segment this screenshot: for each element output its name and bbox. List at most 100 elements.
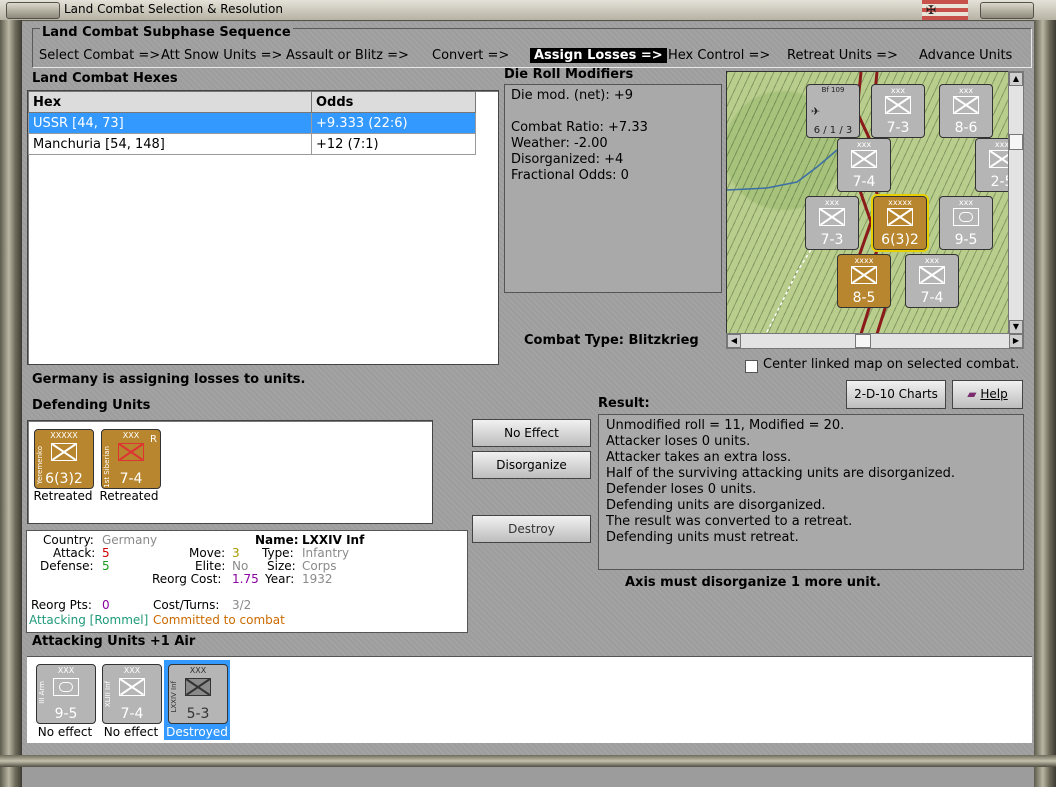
counter-name: XLIII Inf — [104, 681, 112, 708]
phase-assault-or-blitz[interactable]: Assault or Blitz => — [286, 48, 409, 63]
table-row[interactable]: USSR [44, 73] +9.333 (22:6) — [28, 112, 476, 134]
germany-flag-icon: ✠ — [922, 0, 968, 20]
infantry-icon — [885, 96, 911, 114]
unit-status: No effect — [37, 725, 93, 739]
odds-cell: +12 (7:1) — [311, 133, 476, 155]
center-map-checkbox[interactable] — [745, 360, 758, 373]
counter-type: XXX — [57, 666, 75, 675]
size-value: Corps — [302, 559, 337, 573]
counter-strength: 6 / 1 / 3 — [813, 125, 853, 136]
armor-icon — [953, 208, 979, 226]
linked-map[interactable]: Bf 109 ✈ 6 / 1 / 3 xxx 7-3 xxx 8-6 xxx 7-4 … — [726, 71, 1010, 335]
map-counter[interactable]: xxx 7-3 — [805, 196, 859, 250]
unit-status: Retreated — [33, 489, 93, 503]
scroll-up-icon[interactable]: ▲ — [1009, 72, 1023, 86]
attacking-units-title: Attacking Units +1 Air — [32, 634, 196, 649]
unit-name-value: LXXIV Inf — [302, 533, 365, 547]
counter-type: Bf 109 — [821, 86, 845, 94]
combat-type: Combat Type: Blitzkrieg — [524, 333, 699, 348]
disorganize-button[interactable]: Disorganize — [472, 451, 591, 479]
phase-assign-losses[interactable]: Assign Losses => — [530, 48, 667, 63]
infantry-icon — [919, 266, 945, 284]
die-roll-title: Die Roll Modifiers — [504, 67, 634, 82]
infantry-icon — [819, 208, 845, 226]
result-line: Attacker loses 0 units. — [606, 434, 751, 449]
counter-type: xxx — [890, 86, 906, 95]
counter-strength: 7-4 — [119, 471, 143, 487]
modifier-line: Weather: -2.00 — [511, 136, 608, 151]
phase-select-combat[interactable]: Select Combat => — [39, 48, 160, 63]
map-counter[interactable]: xxx 7-3 — [871, 84, 925, 138]
map-counter[interactable]: xxxx 8-5 — [837, 254, 891, 308]
counter-type: xxx — [924, 256, 940, 265]
map-vertical-scrollbar[interactable]: ▲ ▼ — [1008, 71, 1024, 335]
result-line: Unmodified roll = 11, Modified = 20. — [606, 418, 845, 433]
scroll-thumb[interactable] — [1009, 134, 1023, 150]
committed-status: Committed to combat — [153, 613, 285, 627]
charts-button[interactable]: 2-D-10 Charts — [846, 380, 946, 409]
attacking-unit-counter[interactable]: XXX III Arm 9-5 — [36, 664, 96, 724]
scroll-thumb[interactable] — [855, 334, 871, 348]
counter-strength: 5-3 — [186, 706, 210, 722]
plane-icon: ✈ — [811, 105, 821, 118]
hex-cell: Manchuria [54, 148] — [28, 133, 312, 155]
help-button[interactable]: ▰ Help — [952, 380, 1023, 409]
phase-advance-units[interactable]: Advance Units — [919, 48, 1012, 63]
window-titlebar: Land Combat Selection & Resolution ✠ — [0, 0, 1056, 21]
infantry-icon — [119, 678, 145, 696]
map-horizontal-scrollbar[interactable]: ◀ ▶ — [726, 333, 1024, 349]
map-counter[interactable]: xxx 7-4 — [837, 138, 891, 192]
no-effect-button[interactable]: No Effect — [472, 419, 591, 447]
map-counter[interactable]: xxx 8-6 — [939, 84, 993, 138]
map-counter[interactable]: xxx 2-5 — [975, 138, 1009, 192]
scroll-right-icon[interactable]: ▶ — [1009, 334, 1023, 348]
counter-strength: 9-5 — [954, 232, 978, 248]
move-label: Move: — [189, 546, 226, 560]
window-close-button[interactable] — [980, 2, 1034, 19]
column-header-odds[interactable]: Odds — [311, 91, 476, 113]
country-value: Germany — [102, 533, 158, 547]
counter-name: III Arm — [38, 681, 46, 704]
map-counter[interactable]: xxx 9-5 — [939, 196, 993, 250]
phase-hex-control[interactable]: Hex Control => — [668, 48, 770, 63]
destroy-button[interactable]: Destroy — [472, 515, 591, 543]
attack-label: Attack: — [53, 546, 96, 560]
reorg-pts-label: Reorg Pts: — [31, 598, 92, 612]
defending-unit-counter[interactable]: XXX R 1st Siberian 7-4 — [101, 429, 161, 489]
phase-sequence-title: Land Combat Subphase Sequence — [40, 25, 293, 40]
retreat-badge: R — [150, 434, 157, 445]
result-line: The result was converted to a retreat. — [606, 514, 853, 529]
attacking-status: Attacking [Rommel] — [29, 613, 149, 627]
center-map-label: Center linked map on selected combat. — [763, 357, 1020, 372]
counter-type: XXX — [123, 666, 141, 675]
combat-hexes-title: Land Combat Hexes — [32, 71, 178, 86]
unit-status: Destroyed — [166, 725, 228, 739]
scroll-down-icon[interactable]: ▼ — [1009, 320, 1023, 334]
year-value: 1932 — [302, 572, 333, 586]
scroll-left-icon[interactable]: ◀ — [727, 334, 741, 348]
attack-value: 5 — [102, 546, 110, 560]
window-menu-button[interactable] — [6, 2, 60, 19]
counter-type: XXX — [189, 666, 207, 675]
modifier-line: Fractional Odds: 0 — [511, 168, 629, 183]
infantry-icon — [185, 678, 211, 696]
defending-unit-counter[interactable]: XXXXX Yeremenko 6(3)2 — [34, 429, 94, 489]
counter-strength: 7-3 — [886, 120, 910, 136]
phase-convert[interactable]: Convert => — [432, 48, 509, 63]
column-header-hex[interactable]: Hex — [28, 91, 312, 113]
result-footer: Axis must disorganize 1 more unit. — [625, 575, 881, 590]
map-counter[interactable]: xxx 7-4 — [905, 254, 959, 308]
counter-type: xxx — [958, 198, 974, 207]
map-counter-selected[interactable]: xxxxx 6(3)2 — [871, 194, 929, 252]
counter-strength: 7-4 — [120, 706, 144, 722]
table-row[interactable]: Manchuria [54, 148] +12 (7:1) — [28, 133, 476, 155]
phase-retreat-units[interactable]: Retreat Units => — [787, 48, 898, 63]
attacking-unit-counter-selected[interactable]: XXX LXXIV Inf 5-3 — [168, 664, 228, 724]
book-icon: ▰ — [967, 387, 977, 401]
phase-att-snow-units[interactable]: Att Snow Units => — [161, 48, 282, 63]
result-line: Half of the surviving attacking units ar… — [606, 466, 956, 481]
attacking-unit-counter[interactable]: XXX XLIII Inf 7-4 — [102, 664, 162, 724]
reorg-cost-label: Reorg Cost: — [152, 572, 222, 586]
map-counter-air[interactable]: Bf 109 ✈ 6 / 1 / 3 — [806, 84, 860, 138]
armor-icon — [53, 678, 79, 696]
